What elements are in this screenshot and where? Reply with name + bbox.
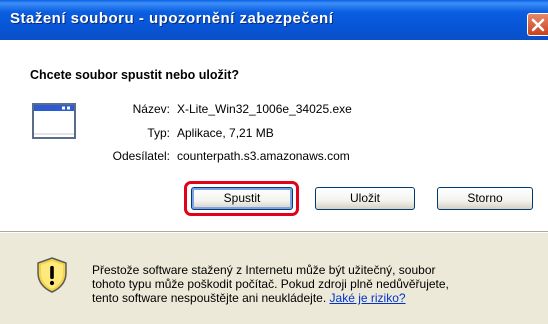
sender-label: Odesílatel: xyxy=(112,149,170,163)
warning-line-text: tento software nespouštějte ani neukláde… xyxy=(92,291,327,305)
close-button[interactable] xyxy=(527,13,548,36)
type-value: Aplikace, 7,21 MB xyxy=(177,126,274,140)
dialog-question: Chcete soubor spustit nebo uložit? xyxy=(30,68,240,82)
window-title: Stažení souboru - upozornění zabezpečení xyxy=(10,10,334,27)
cancel-button[interactable]: Storno xyxy=(437,187,533,210)
divider-highlight xyxy=(0,232,548,233)
security-warning-text: Přestože software stažený z Internetu mů… xyxy=(92,263,542,305)
warning-line: tohoto typu může poškodit počítač. Pokud… xyxy=(92,277,449,291)
risk-info-link[interactable]: Jaké je riziko? xyxy=(330,291,406,305)
sender-value: counterpath.s3.amazonaws.com xyxy=(177,149,350,163)
warning-line: Přestože software stažený z Internetu mů… xyxy=(92,263,436,277)
run-button[interactable]: Spustit xyxy=(191,187,293,210)
close-icon xyxy=(531,18,545,32)
name-label: Název: xyxy=(132,102,170,116)
security-shield-warning-icon xyxy=(37,257,67,293)
type-label: Typ: xyxy=(147,126,170,140)
name-value: X-Lite_Win32_1006e_34025.exe xyxy=(177,102,352,116)
application-window-icon xyxy=(32,103,76,139)
save-button[interactable]: Uložit xyxy=(315,187,415,210)
warning-line-with-link: tento software nespouštějte ani neukláde… xyxy=(92,291,542,305)
title-bar[interactable]: Stažení souboru - upozornění zabezpečení xyxy=(0,0,548,40)
